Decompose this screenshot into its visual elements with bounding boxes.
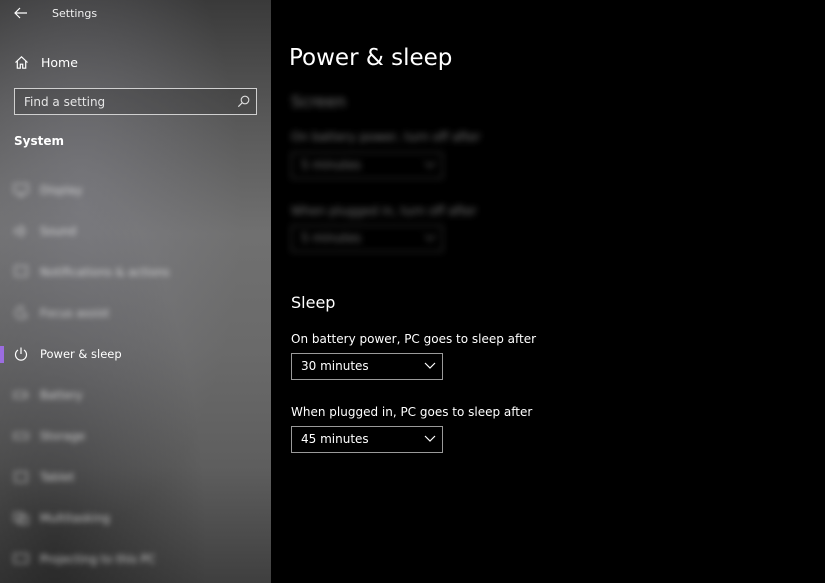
sleep-battery-dropdown[interactable]: 30 minutes [291,353,443,380]
speaker-icon [14,225,26,237]
screen-battery-dropdown[interactable]: 5 minutes [291,152,443,179]
home-icon [15,55,28,69]
sleep-battery-label: On battery power, PC goes to sleep after [291,332,537,346]
sidebar-item-label: Multitasking [40,511,111,525]
screen-battery-label: On battery power, turn off after [291,130,481,144]
chevron-down-icon [424,161,436,168]
sidebar-item-multitasking[interactable]: Multitasking [0,498,271,538]
sidebar-item-label: Projecting to this PC [40,552,156,566]
sidebar-item-label: Tablet [40,470,75,484]
main-content: Power & sleep Screen On battery power, t… [271,0,825,583]
storage-icon [13,432,29,440]
power-icon [14,347,28,361]
selected-indicator [0,346,4,363]
projector-icon [13,553,29,564]
multitasking-icon [13,512,29,525]
search-icon[interactable] [237,95,250,108]
dropdown-value: 5 minutes [301,231,362,245]
sidebar-item-label: Battery [40,388,83,402]
tablet-icon [14,471,28,483]
sidebar-item-label: Notifications & actions [40,265,170,279]
notification-icon [14,265,28,277]
sidebar-item-power-sleep[interactable]: Power & sleep [0,334,271,374]
search-input[interactable] [15,89,256,114]
sidebar-item-label: Display [40,183,83,197]
sidebar-item-sound[interactable]: Sound [0,211,271,251]
dropdown-value: 45 minutes [301,432,369,446]
chevron-down-icon [424,234,436,241]
sidebar-item-display[interactable]: Display [0,170,271,210]
sidebar-item-battery[interactable]: Battery [0,375,271,415]
sidebar-item-storage[interactable]: Storage [0,416,271,456]
chevron-down-icon [424,362,436,369]
sidebar-item-projecting[interactable]: Projecting to this PC [0,539,271,579]
sidebar-item-focus-assist[interactable]: Focus assist [0,293,271,333]
sidebar-item-label: Storage [40,429,85,443]
dropdown-value: 5 minutes [301,158,362,172]
back-arrow-icon[interactable] [12,4,30,22]
dropdown-value: 30 minutes [301,359,369,373]
moon-icon [14,306,28,320]
sleep-plugged-label: When plugged in, PC goes to sleep after [291,405,533,419]
screen-plugged-label: When plugged in, turn off after [291,204,477,218]
home-label: Home [41,54,78,70]
sidebar-item-label: Focus assist [40,306,110,320]
sidebar-item-label: Sound [40,224,77,238]
window-title: Settings [52,7,98,20]
battery-icon [13,391,28,399]
monitor-icon [13,183,29,197]
screen-heading: Screen [291,92,347,111]
title-bar: Settings [0,0,271,30]
sidebar-item-tablet[interactable]: Tablet [0,457,271,497]
section-heading-system: System [14,134,64,148]
sidebar: Settings Home System Display Sound Notif… [0,0,271,583]
sidebar-item-notifications[interactable]: Notifications & actions [0,252,271,292]
sleep-heading: Sleep [291,293,336,312]
sidebar-item-label: Power & sleep [40,347,122,361]
screen-plugged-dropdown[interactable]: 5 minutes [291,225,443,252]
search-box[interactable] [14,88,257,115]
sleep-plugged-dropdown[interactable]: 45 minutes [291,426,443,453]
chevron-down-icon [424,435,436,442]
home-link[interactable]: Home [14,52,78,72]
page-title: Power & sleep [289,45,453,71]
